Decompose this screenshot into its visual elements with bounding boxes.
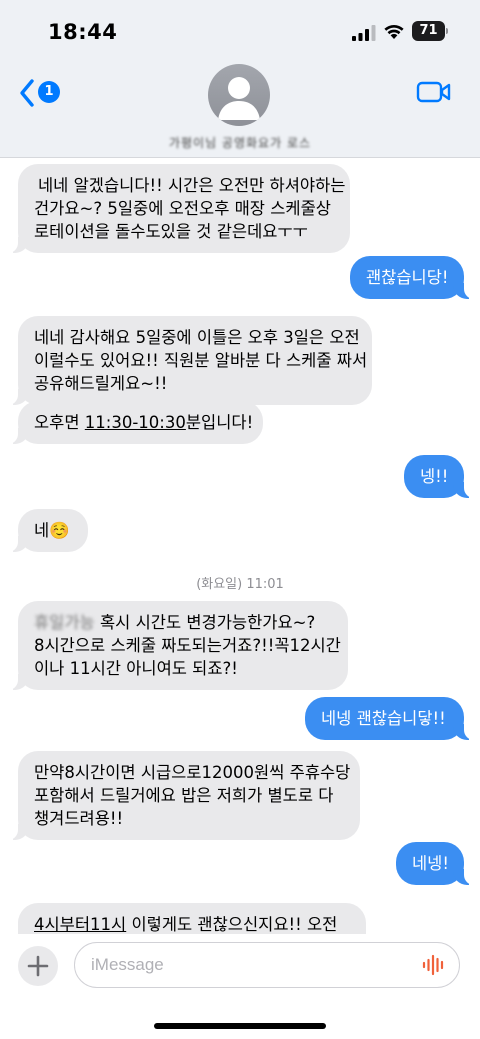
unread-count-badge: 1 [38,81,60,103]
battery-indicator: 71 [412,21,448,41]
message-bubble-incoming[interactable]: 휴일가능 혹시 시간도 변경가능한가요~? 8시간으로 스케줄 짜도되는거죠?!… [8,601,348,690]
conversation-header: 18:44 71 1 가평이님 공영화요가 로스 [0,0,480,158]
apps-plus-button[interactable] [18,946,58,986]
chevron-left-icon [20,79,34,107]
home-indicator [154,1023,326,1029]
wifi-icon [384,24,404,39]
message-bubble-outgoing[interactable]: 네넹! [396,842,474,885]
message-bubble-outgoing[interactable]: 괜찮습니당! [350,256,474,299]
contact-avatar[interactable] [208,64,270,126]
cellular-signal-icon [352,25,376,41]
battery-level: 71 [412,21,445,41]
contact-name[interactable]: 가평이님 공영화요가 로스 [150,134,330,152]
time-range-link[interactable]: 4시부터11시 [34,915,126,934]
message-bubble-incoming[interactable]: 네네 감사해요 5일중에 이틀은 오후 3일은 오전 이럴수도 있어요!! 직원… [8,316,372,405]
message-composer [0,934,480,1039]
message-timestamp: (화요일) 11:01 [196,577,284,592]
message-bubble-incoming[interactable]: 네네 알겠습니다!! 시간은 오전만 하셔야하는 건가요~? 5일중에 오전오후… [8,164,350,253]
message-bubble-outgoing[interactable]: 네넹 괜찮습니닿!! [305,697,474,740]
message-bubble-incoming[interactable]: 4시부터11시 이렇게도 괜찮으신지요!! 오전 [18,903,366,934]
imessage-input[interactable] [74,942,460,988]
redacted-text: 휴일가능 [34,613,95,632]
voice-waveform-icon[interactable] [421,954,447,976]
message-bubble-incoming[interactable]: 오후면 11:30-10:30분입니다! [8,401,263,444]
plus-icon [27,955,49,977]
video-call-icon[interactable] [416,80,452,104]
back-button[interactable]: 1 [18,78,62,108]
message-bubble-incoming[interactable]: 만약8시간이면 시급으로12000원씩 주휴수당 포함해서 드릴거에요 밥은 저… [8,751,360,840]
status-time: 18:44 [48,20,118,44]
message-bubble-outgoing[interactable]: 넹!! [404,455,474,498]
person-icon [218,77,260,120]
message-bubble-incoming[interactable]: 네☺️ [8,509,88,552]
time-range-link[interactable]: 11:30-10:30 [85,413,186,432]
